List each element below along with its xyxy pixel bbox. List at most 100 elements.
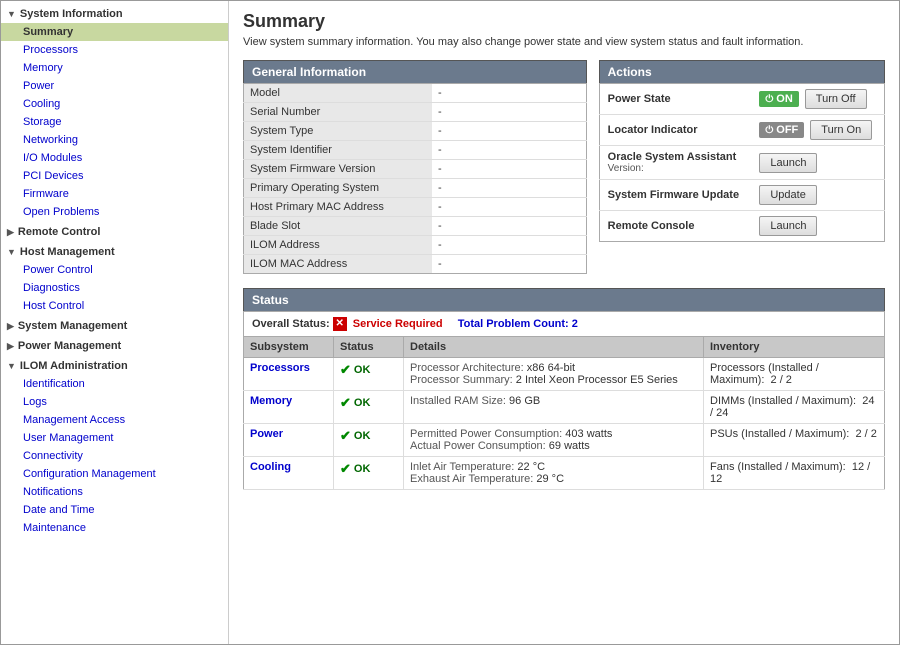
sidebar-item-date-and-time[interactable]: Date and Time xyxy=(1,501,228,519)
launch-button-1[interactable]: Launch xyxy=(759,153,817,173)
page-title: Summary xyxy=(243,11,885,32)
detail-label: Inlet Air Temperature: xyxy=(410,461,514,473)
firmware-update-label-cell: System Firmware Update xyxy=(599,180,751,211)
arrow-down-icon3: ▼ xyxy=(7,361,16,371)
general-info-row-8: ILOM Address- xyxy=(244,236,587,255)
action-row-locator: Locator Indicator ⏻ OFF Turn On xyxy=(599,115,884,146)
detail-value: 2 Intel Xeon Processor E5 Series xyxy=(516,374,678,386)
sidebar-item-networking[interactable]: Networking xyxy=(1,131,228,149)
service-required-text: Service Required xyxy=(353,318,443,330)
sidebar-item-firmware[interactable]: Firmware xyxy=(1,185,228,203)
general-info-label-2: System Type xyxy=(244,122,432,141)
col-header-inventory: Inventory xyxy=(704,337,885,358)
power-management-label: Power Management xyxy=(18,340,121,352)
sidebar-item-identification[interactable]: Identification xyxy=(1,375,228,393)
sidebar-item-maintenance[interactable]: Maintenance xyxy=(1,519,228,537)
status-details-2: Permitted Power Consumption: 403 wattsAc… xyxy=(404,424,704,457)
status-inventory-1: DIMMs (Installed / Maximum): 24 / 24 xyxy=(704,391,885,424)
status-subsystem-3[interactable]: Cooling xyxy=(244,457,334,490)
error-icon: ✕ xyxy=(333,317,347,331)
detail-value: 29 °C xyxy=(536,473,564,485)
ok-check-icon-3: ✔ xyxy=(340,461,351,477)
status-section: Status Overall Status: ✕ Service Require… xyxy=(243,288,885,490)
status-row-processors: Processors ✔ OK Processor Architecture: … xyxy=(244,358,885,391)
sidebar-item-power[interactable]: Power xyxy=(1,77,228,95)
general-info-value-0: - xyxy=(432,84,586,103)
status-status-2: ✔ OK xyxy=(334,424,404,457)
sidebar-item-management-access[interactable]: Management Access xyxy=(1,411,228,429)
sidebar-item-logs[interactable]: Logs xyxy=(1,393,228,411)
general-info-box: General Information Model-Serial Number-… xyxy=(243,60,587,274)
sidebar-item-host-control[interactable]: Host Control xyxy=(1,297,228,315)
inventory-label: Processors (Installed / Maximum): xyxy=(710,362,819,386)
general-info-label-5: Primary Operating System xyxy=(244,179,432,198)
detail-value: 403 watts xyxy=(565,428,612,440)
status-status-3: ✔ OK xyxy=(334,457,404,490)
locator-off-icon: ⏻ xyxy=(765,125,773,136)
oracle-assistant-btn-cell: Launch xyxy=(751,146,884,180)
general-info-value-2: - xyxy=(432,122,586,141)
sidebar-item-diagnostics[interactable]: Diagnostics xyxy=(1,279,228,297)
status-subsystem-0[interactable]: Processors xyxy=(244,358,334,391)
general-info-row-2: System Type- xyxy=(244,122,587,141)
ok-badge-3: ✔ OK xyxy=(340,461,370,477)
detail-label: Installed RAM Size: xyxy=(410,395,506,407)
col-header-status: Status xyxy=(334,337,404,358)
launch-button-2[interactable]: Launch xyxy=(759,216,817,236)
general-info-row-0: Model- xyxy=(244,84,587,103)
sidebar-item-pci-devices[interactable]: PCI Devices xyxy=(1,167,228,185)
top-section: General Information Model-Serial Number-… xyxy=(243,60,885,274)
sidebar-item-storage[interactable]: Storage xyxy=(1,113,228,131)
status-details-0: Processor Architecture: x86 64-bitProces… xyxy=(404,358,704,391)
general-info-row-6: Host Primary MAC Address- xyxy=(244,198,587,217)
sidebar-item-notifications[interactable]: Notifications xyxy=(1,483,228,501)
status-overall: Overall Status: ✕ Service Required Total… xyxy=(243,311,885,336)
sidebar-group-remote-control: ▶ Remote Control xyxy=(1,223,228,241)
inventory-label: PSUs (Installed / Maximum): xyxy=(710,428,849,440)
general-info-value-1: - xyxy=(432,103,586,122)
general-info-label-7: Blade Slot xyxy=(244,217,432,236)
detail-value: 22 °C xyxy=(517,461,545,473)
general-info-label-8: ILOM Address xyxy=(244,236,432,255)
sidebar-section-ilom-admin[interactable]: ▼ ILOM Administration xyxy=(1,357,228,375)
general-info-label-3: System Identifier xyxy=(244,141,432,160)
sidebar-item-open-problems[interactable]: Open Problems xyxy=(1,203,228,221)
sidebar-item-user-management[interactable]: User Management xyxy=(1,429,228,447)
status-subsystem-2[interactable]: Power xyxy=(244,424,334,457)
status-row-cooling: Cooling ✔ OK Inlet Air Temperature: 22 °… xyxy=(244,457,885,490)
general-info-row-4: System Firmware Version- xyxy=(244,160,587,179)
general-info-value-5: - xyxy=(432,179,586,198)
status-table-header-row: Subsystem Status Details Inventory xyxy=(244,337,885,358)
general-info-value-6: - xyxy=(432,198,586,217)
status-inventory-0: Processors (Installed / Maximum): 2 / 2 xyxy=(704,358,885,391)
sidebar-item-processors[interactable]: Processors xyxy=(1,41,228,59)
sidebar-item-power-control[interactable]: Power Control xyxy=(1,261,228,279)
sidebar-item-config-management[interactable]: Configuration Management xyxy=(1,465,228,483)
status-status-0: ✔ OK xyxy=(334,358,404,391)
detail-label: Exhaust Air Temperature: xyxy=(410,473,533,485)
sidebar-section-power-management[interactable]: ▶ Power Management xyxy=(1,337,228,355)
sidebar-item-connectivity[interactable]: Connectivity xyxy=(1,447,228,465)
sidebar-section-host-management[interactable]: ▼ Host Management xyxy=(1,243,228,261)
detail-value: x86 64-bit xyxy=(527,362,575,374)
sidebar-section-system-info[interactable]: ▼ System Information xyxy=(1,5,228,23)
sidebar-section-system-management[interactable]: ▶ System Management xyxy=(1,317,228,335)
detail-value: 69 watts xyxy=(549,440,590,452)
sidebar-section-remote-control[interactable]: ▶ Remote Control xyxy=(1,223,228,241)
status-status-1: ✔ OK xyxy=(334,391,404,424)
system-info-label: System Information xyxy=(20,8,123,20)
sidebar: ▼ System Information Summary Processors … xyxy=(1,1,229,644)
turn-on-button[interactable]: Turn On xyxy=(810,120,872,140)
overall-label: Overall Status: xyxy=(252,318,330,330)
status-subsystem-1[interactable]: Memory xyxy=(244,391,334,424)
sidebar-item-memory[interactable]: Memory xyxy=(1,59,228,77)
sidebar-item-io-modules[interactable]: I/O Modules xyxy=(1,149,228,167)
turn-off-button[interactable]: Turn Off xyxy=(805,89,867,109)
sidebar-item-summary[interactable]: Summary xyxy=(1,23,228,41)
update-button[interactable]: Update xyxy=(759,185,816,205)
arrow-right-icon3: ▶ xyxy=(7,341,14,352)
locator-controls: ⏻ OFF Turn On xyxy=(751,115,884,146)
sidebar-item-cooling[interactable]: Cooling xyxy=(1,95,228,113)
sidebar-group-system-management: ▶ System Management xyxy=(1,317,228,335)
ilom-admin-label: ILOM Administration xyxy=(20,360,128,372)
